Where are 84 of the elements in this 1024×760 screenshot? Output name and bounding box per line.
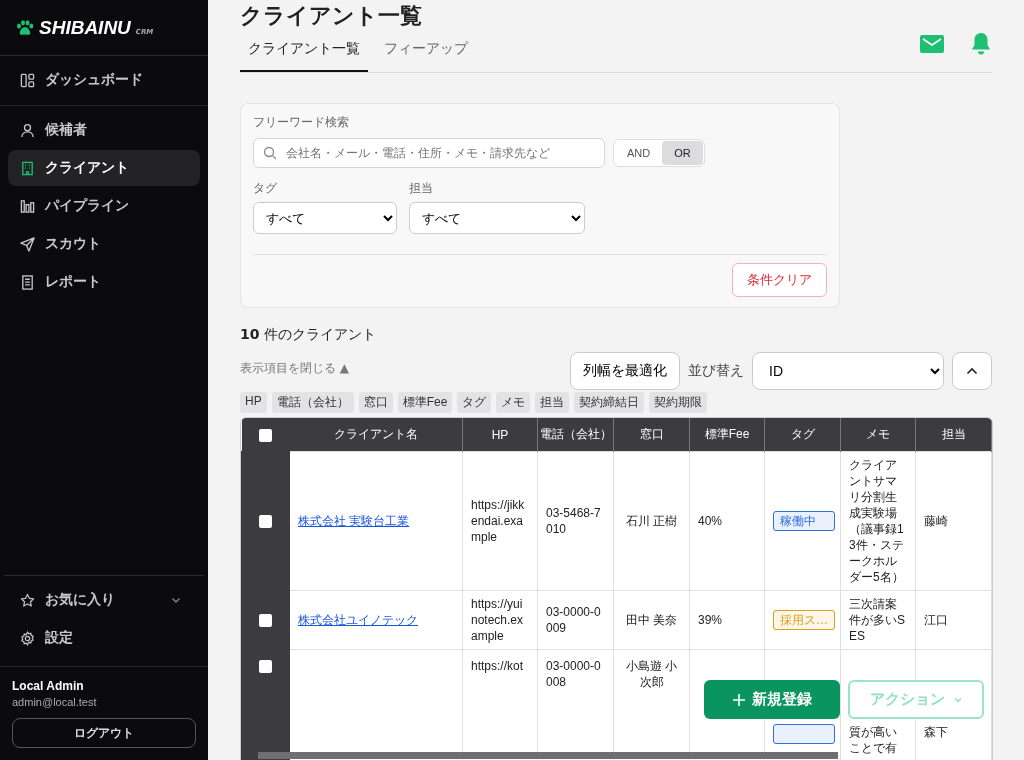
nav-item[interactable]: スカウト	[8, 226, 200, 262]
paw-icon	[16, 19, 34, 36]
sort-select[interactable]: ID	[752, 352, 944, 390]
tag-badge: 採用ス…	[773, 610, 835, 630]
column-header[interactable]: 窓口	[613, 418, 690, 452]
column-header[interactable]: クライアント名	[289, 418, 463, 452]
column-header[interactable]: 担当	[915, 418, 992, 452]
search-icon	[263, 146, 277, 160]
column-chip[interactable]: 窓口	[358, 392, 393, 413]
table-cell: 藤崎	[924, 514, 948, 528]
create-button[interactable]: 新規登録	[704, 680, 840, 719]
table-cell: 小島遊 小次郎	[625, 659, 678, 689]
logo-text: SHIBAINU	[39, 16, 131, 39]
client-link[interactable]: 株式会社ユイノテック	[298, 613, 418, 627]
table-cell: 江口	[924, 613, 948, 627]
filter-select[interactable]: すべて	[253, 202, 397, 234]
column-chip[interactable]: 電話（会社）	[271, 392, 354, 413]
table-cell: 39%	[698, 613, 723, 627]
table-cell: 03-0000-0009	[546, 605, 601, 635]
tab[interactable]: フィーアップ	[368, 38, 484, 72]
column-chip[interactable]: 契約期限	[649, 392, 708, 413]
user-name: Local Admin	[12, 679, 85, 693]
logout-button[interactable]: ログアウト	[12, 718, 196, 748]
page-title: クライアント一覧	[240, 2, 423, 30]
table-cell: 森下	[924, 725, 948, 739]
column-chip[interactable]: HP	[240, 392, 267, 413]
table-cell: 質が高いことで有	[849, 725, 897, 755]
document-icon	[20, 274, 35, 290]
row-checkbox[interactable]	[259, 515, 272, 529]
dashboard-icon	[20, 72, 35, 88]
star-icon	[20, 592, 35, 608]
user-email: admin@local.test	[12, 696, 98, 708]
table-cell: 40%	[698, 514, 723, 528]
nav-item[interactable]: レポート	[8, 264, 200, 300]
row-checkbox[interactable]	[259, 660, 272, 674]
client-link[interactable]: 株式会社 実験台工業	[298, 514, 410, 528]
filter-label: 担当	[409, 180, 434, 197]
toggle-columns-link[interactable]: 表示項目を閉じる ▲	[240, 360, 350, 377]
clear-filters-button[interactable]: 条件クリア	[732, 263, 827, 297]
nav-item[interactable]: ダッシュボード	[8, 62, 200, 98]
tab[interactable]: クライアント一覧	[240, 38, 368, 72]
table-cell: https://kot	[471, 659, 524, 673]
mode-option[interactable]: AND	[615, 141, 663, 165]
column-chip[interactable]: メモ	[496, 392, 531, 413]
table-cell: クライアントサマリ分割生成実験場（議事録13件・ステークホルダー5名）	[849, 458, 904, 584]
table-cell: https://jikkendai.example	[471, 498, 525, 544]
column-chip[interactable]: タグ	[457, 392, 492, 413]
select-all-checkbox[interactable]	[258, 428, 272, 442]
column-header[interactable]: メモ	[840, 418, 916, 452]
nav-item[interactable]: パイプライン	[8, 188, 200, 224]
nav-item[interactable]: お気に入り	[8, 582, 200, 618]
column-chip[interactable]: 標準Fee	[397, 392, 453, 413]
sort-label: 並び替え	[688, 362, 744, 380]
nav-item[interactable]: クライアント	[8, 150, 200, 186]
scrollbar-thumb[interactable]	[258, 752, 838, 759]
person-icon	[20, 122, 35, 138]
filter-select[interactable]: すべて	[409, 202, 585, 234]
row-checkbox[interactable]	[259, 614, 272, 628]
plus-icon	[732, 692, 746, 707]
settings-icon	[20, 630, 35, 646]
filter-label: タグ	[253, 180, 278, 197]
nav-item[interactable]: 候補者	[8, 112, 200, 148]
fit-columns-button[interactable]: 列幅を最適化	[570, 352, 680, 390]
table-cell: 石川 正樹	[625, 514, 678, 528]
nav-item[interactable]: 設定	[8, 620, 200, 656]
table-cell: 田中 美奈	[625, 613, 678, 627]
send-icon	[20, 236, 35, 252]
building-icon	[20, 160, 35, 176]
column-header[interactable]: HP	[462, 418, 538, 452]
column-header[interactable]: タグ	[764, 418, 841, 452]
search-field[interactable]: 会社名・メール・電話・住所・メモ・請求先など	[253, 138, 605, 168]
column-chip[interactable]: 契約締結日	[574, 392, 645, 413]
mode-option[interactable]: OR	[662, 141, 703, 165]
column-header[interactable]: 電話（会社）	[537, 418, 614, 452]
table-cell: 03-0000-0008	[546, 659, 601, 689]
table-cell: https://yuinotech.example	[471, 597, 524, 643]
tag-badge: 稼働中	[773, 511, 835, 531]
table-cell: 03-5468-7010	[546, 506, 601, 536]
bar-chart-icon	[20, 198, 35, 214]
table-cell: 三次請案件が多いSES	[849, 597, 905, 643]
column-header[interactable]: 標準Fee	[689, 418, 765, 452]
result-count: 10 件のクライアント	[240, 326, 377, 344]
search-label: フリーワード検索	[253, 114, 350, 131]
column-chip[interactable]: 担当	[535, 392, 570, 413]
